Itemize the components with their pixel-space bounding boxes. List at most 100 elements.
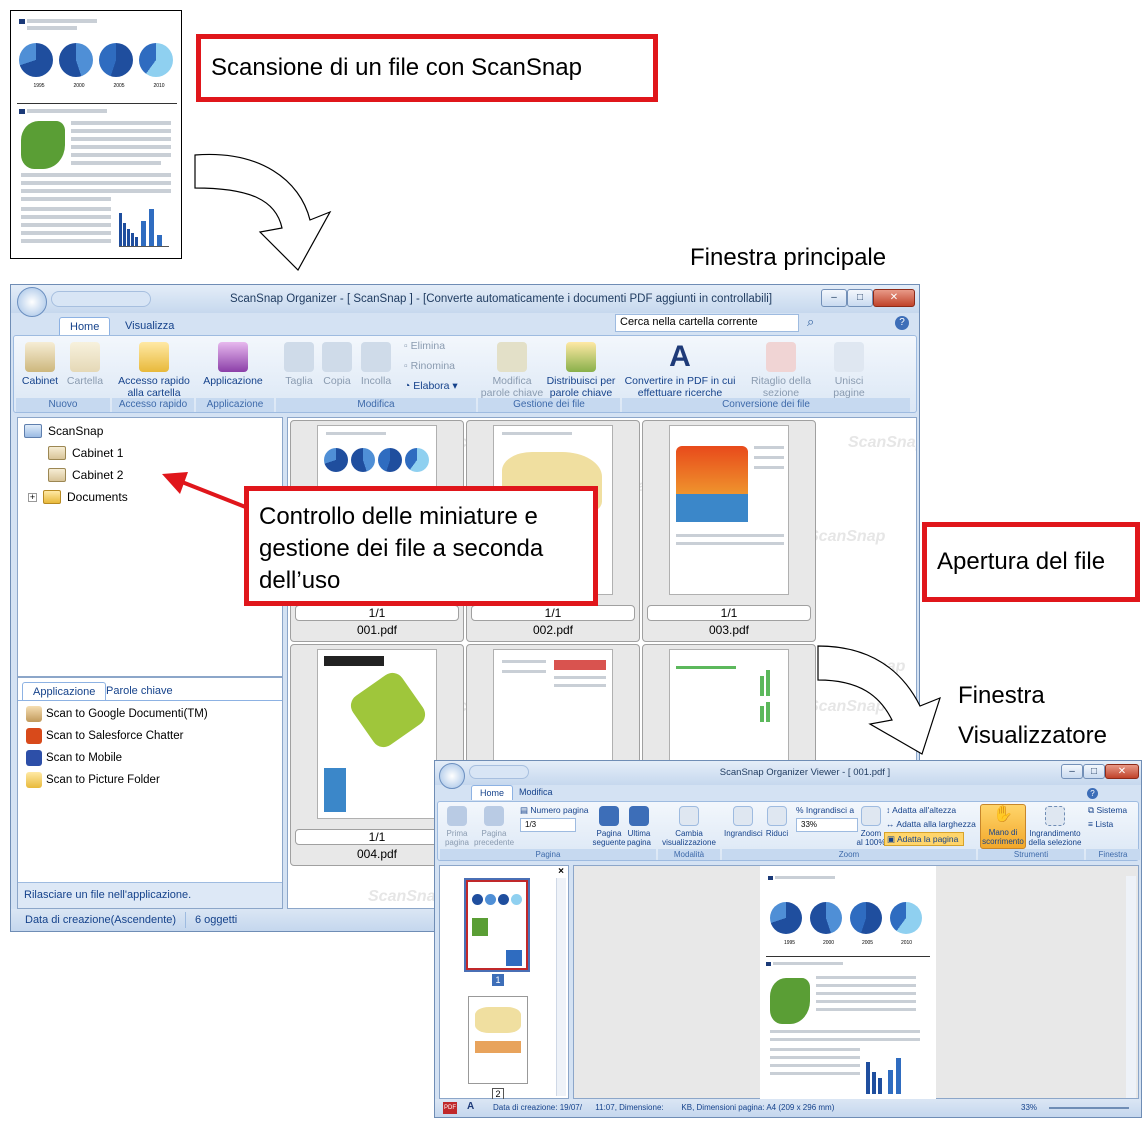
zoom-out-button[interactable]: Riduci — [762, 806, 792, 838]
app-orb-icon[interactable] — [17, 287, 47, 317]
last-page-button[interactable]: Ultima pagina — [624, 806, 654, 847]
curved-arrow-right-icon — [817, 645, 941, 755]
zoom-slider[interactable] — [1049, 1107, 1129, 1109]
app-mobile[interactable]: Scan to Mobile — [26, 750, 122, 766]
cabinet-icon — [48, 446, 66, 460]
next-page-button[interactable]: Pagina seguente — [592, 806, 626, 847]
group-label: Nuovo — [16, 398, 110, 412]
search-input-text: Cerca nella cartella corrente — [620, 316, 758, 328]
app-orb-icon[interactable] — [439, 763, 465, 789]
tab-visualizza[interactable]: Visualizza — [115, 317, 184, 335]
zoom-in-button[interactable]: Ingrandisci — [724, 806, 763, 838]
app-hint-text: Rilasciare un file nell'applicazione. — [24, 889, 192, 901]
tree-item-label: Cabinet 2 — [72, 468, 124, 482]
page-count: 1/1 — [647, 605, 811, 621]
applicazione-button[interactable]: Applicazione — [200, 342, 266, 387]
tree-item-cabinet-1[interactable]: Cabinet 1 — [48, 446, 123, 460]
main-window-label: Finestra principale — [690, 244, 887, 271]
zoom-100-button[interactable]: Zoom al 100% — [854, 806, 888, 847]
tab-home[interactable]: Home — [59, 317, 111, 336]
close-panel-icon[interactable]: × — [558, 866, 564, 877]
fit-page-button[interactable]: ▣ Adatta la pagina — [884, 832, 964, 846]
year-label: 2005 — [113, 83, 125, 89]
paste-icon — [361, 342, 391, 372]
rinomina-button[interactable]: ▫ Rinomina — [404, 360, 474, 372]
tab-parole-chiave[interactable]: Parole chiave — [96, 682, 183, 700]
app-salesforce[interactable]: Scan to Salesforce Chatter — [26, 728, 183, 744]
selection-zoom-icon — [1045, 806, 1065, 826]
page-preview — [669, 425, 789, 595]
maximize-button[interactable]: □ — [1083, 764, 1105, 779]
copia-button[interactable]: Copia — [320, 342, 354, 387]
close-button[interactable]: ✕ — [873, 289, 915, 307]
page-thumb-1[interactable] — [464, 878, 530, 972]
maximize-button[interactable]: □ — [847, 289, 873, 307]
picture-folder-icon — [26, 772, 42, 788]
app-picture-folder[interactable]: Scan to Picture Folder — [26, 772, 160, 788]
tab-applicazione[interactable]: Applicazione — [22, 682, 107, 701]
tree-item-label: Documents — [67, 490, 128, 504]
elimina-button[interactable]: ▫ Elimina — [404, 340, 474, 352]
sistema-button[interactable]: ⧉ Sistema — [1088, 804, 1140, 816]
modifica-parole-button[interactable]: Modifica parole chiave — [480, 342, 544, 399]
group-label: Modifica — [276, 398, 476, 412]
page-number-input[interactable]: 1/3 — [520, 818, 576, 832]
search-icon[interactable]: ⌕ — [807, 314, 825, 332]
file-thumbnail-003[interactable]: 1/1 003.pdf — [642, 420, 816, 642]
tree-item-cabinet-2[interactable]: Cabinet 2 — [48, 468, 123, 482]
zoom-value: 33% — [801, 820, 818, 829]
fit-width-button[interactable]: ↔ Adatta alla larghezza — [886, 818, 978, 830]
taglia-label: Taglia — [285, 375, 313, 387]
ingr-sel-line1: Ingrandimento — [1029, 829, 1081, 838]
taglia-button[interactable]: Taglia — [282, 342, 316, 387]
page-list-scrollbar[interactable] — [556, 878, 566, 1096]
cabinet-icon — [25, 342, 55, 372]
scan-callout-text: Scansione di un file con ScanSnap — [211, 54, 582, 81]
zoom-selection-button[interactable]: Ingrandimento della selezione — [1028, 806, 1082, 847]
hand-scroll-button[interactable]: ✋ Mano di scorrimento — [980, 804, 1026, 849]
elimina-label: Elimina — [410, 340, 446, 352]
tree-item-documents[interactable]: + Documents — [28, 490, 128, 504]
viewer-window-label-2: Visualizzatore — [958, 722, 1107, 749]
expand-icon[interactable]: + — [28, 492, 37, 502]
close-button[interactable]: ✕ — [1105, 764, 1139, 779]
tab-modifica[interactable]: Modifica — [511, 785, 561, 799]
open-callout: Apertura del file — [922, 522, 1140, 602]
help-icon[interactable]: ? — [895, 316, 909, 330]
accesso-rapido-button[interactable]: Accesso rapido alla cartella — [114, 342, 194, 399]
change-view-button[interactable]: Cambia visualizzazione — [660, 806, 718, 847]
document-scrollbar[interactable] — [1126, 876, 1136, 1098]
main-window-title: ScanSnap Organizer - [ ScanSnap ] - [Con… — [229, 293, 773, 305]
last-page-icon — [629, 806, 649, 826]
document-page[interactable]: 1995 2000 2005 2010 — [760, 866, 936, 1100]
search-input[interactable]: Cerca nella cartella corrente — [615, 314, 799, 332]
rinomina-label: Rinomina — [410, 360, 455, 372]
folder-icon — [43, 490, 61, 504]
app-google-docs[interactable]: Scan to Google Documenti(TM) — [26, 706, 208, 722]
help-icon[interactable]: ? — [1087, 788, 1098, 799]
cabinet-button[interactable]: Cabinet — [20, 342, 60, 387]
distribuisci-button[interactable]: Distribuisci per parole chiave — [544, 342, 618, 399]
tree-root-scansnap[interactable]: ScanSnap — [24, 424, 103, 438]
cartella-button[interactable]: Cartella — [64, 342, 106, 387]
minimize-button[interactable]: – — [821, 289, 847, 307]
lista-button[interactable]: ≡ Lista — [1088, 818, 1140, 830]
cabinet-label: Cabinet — [21, 375, 59, 387]
app-label: Scan to Picture Folder — [46, 774, 160, 786]
tree-item-label: Cabinet 1 — [72, 446, 124, 460]
previous-page-button[interactable]: Pagina precedente — [472, 806, 516, 847]
page-list-panel: × 1 2 — [439, 865, 569, 1100]
status-zoom-value: 33% — [1021, 1103, 1038, 1112]
year-label: 2005 — [861, 940, 874, 946]
adatta-larghezza-label: Adatta alla larghezza — [896, 819, 976, 829]
fit-height-button[interactable]: ↕ Adatta all'altezza — [886, 804, 976, 816]
tab-home[interactable]: Home — [471, 785, 514, 800]
incolla-button[interactable]: Incolla — [356, 342, 396, 387]
first-page-button[interactable]: Prima pagina — [442, 806, 472, 847]
unisci-pagine-button[interactable]: Unisci pagine — [826, 342, 872, 399]
page-thumb-2[interactable] — [468, 996, 528, 1084]
minimize-button[interactable]: – — [1061, 764, 1083, 779]
convertire-pdf-button[interactable]: A Convertire in PDF in cui effettuare rice… — [622, 342, 738, 400]
zoom-select[interactable]: 33% — [796, 818, 858, 832]
elabora-button[interactable]: ◔ Elabora ▾ — [404, 380, 474, 392]
